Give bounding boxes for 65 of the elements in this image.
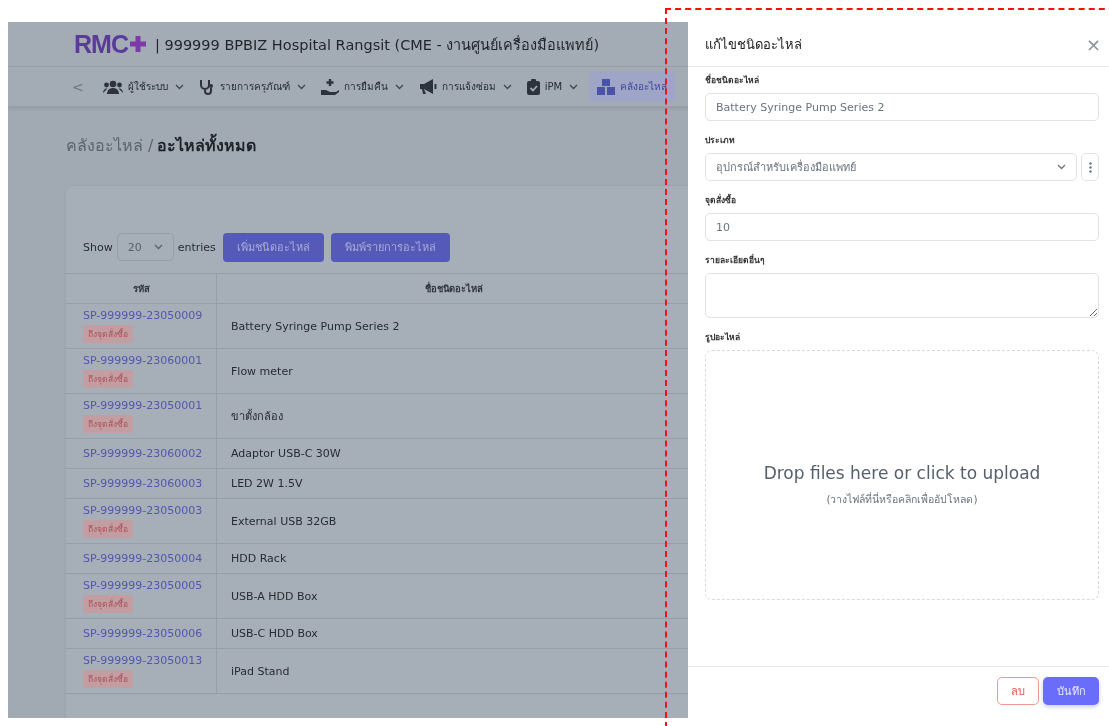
part-code-link[interactable]: SP-999999-23060002 xyxy=(83,447,203,460)
part-code-link[interactable]: SP-999999-23050005 xyxy=(83,579,203,592)
input-field[interactable]: 10 xyxy=(705,213,1099,241)
column-header: รหัส xyxy=(66,273,217,304)
action-button[interactable]: เพิ่มชนิดอะไหล่ xyxy=(222,232,324,262)
clipboard-check-icon xyxy=(526,78,540,95)
chevron-down-icon xyxy=(394,83,404,90)
part-code-link[interactable]: SP-999999-23050004 xyxy=(83,552,203,565)
hand-plus-icon xyxy=(320,78,339,95)
menu-item[interactable]: ผู้ใช้ระบบ xyxy=(98,71,188,102)
menu-item[interactable]: การยืมคืน xyxy=(316,71,408,102)
upload-prompt: Drop files here or click to upload xyxy=(763,462,1041,483)
page-title: อะไหล่ทั้งหมด xyxy=(157,133,257,158)
status-badge: ถึงจุดสั่งซื้อ xyxy=(83,415,133,433)
part-code-link[interactable]: SP-999999-23050006 xyxy=(83,627,203,640)
drawer-title: แก้ไขชนิดอะไหล่ xyxy=(705,35,802,54)
chevron-down-icon xyxy=(502,83,512,90)
plus-icon xyxy=(128,35,147,53)
field-label: รูปอะไหล่ xyxy=(705,331,741,344)
column-header: ชื่อชนิดอะไหล่ xyxy=(216,273,690,304)
field-label: ประเภท xyxy=(705,134,736,147)
hospital-title: | 999999 BPBIZ Hospital Rangsit (CME - งานศูนย์เครื่องมือแพทย์) xyxy=(154,34,600,56)
save-button[interactable]: บันทึก xyxy=(1043,676,1099,705)
menu-item[interactable]: คลังอะไหล xyxy=(589,71,676,102)
input-field[interactable]: Battery Syringe Pump Series 2 xyxy=(705,93,1099,121)
upload-dropzone[interactable]: Drop files here or click to upload (วางไฟล์ที่นี่หรือคลิกเพื่ออัปโหลด) xyxy=(705,350,1099,600)
status-badge: ถึงจุดสั่งซื้อ xyxy=(83,520,133,538)
show-label: Show xyxy=(83,240,113,254)
users-icon xyxy=(102,79,123,94)
part-code-link[interactable]: SP-999999-23050013 xyxy=(83,654,203,667)
chevron-down-icon xyxy=(569,83,579,90)
page-size-select[interactable]: 20 xyxy=(116,233,174,261)
chevron-down-icon xyxy=(174,83,184,90)
breadcrumb-link[interactable]: คลังอะไหล่ / xyxy=(66,133,154,158)
action-button[interactable]: พิมพ์รายการอะไหล่ xyxy=(330,232,450,262)
status-badge: ถึงจุดสั่งซื้อ xyxy=(83,670,133,688)
select-field[interactable]: อุปกรณ์สำหรับเครื่องมือแพทย์ xyxy=(705,153,1077,181)
stethoscope-icon xyxy=(198,78,215,95)
status-badge: ถึงจุดสั่งซื้อ xyxy=(83,325,133,343)
more-options-button[interactable] xyxy=(1081,153,1099,181)
status-badge: ถึงจุดสั่งซื้อ xyxy=(83,595,133,613)
kebab-icon xyxy=(1088,161,1092,173)
field-label: จุดสั่งซื้อ xyxy=(705,193,737,207)
back-arrow[interactable]: < xyxy=(72,78,84,95)
field-label: รายละเอียดอื่นๆ xyxy=(705,253,766,267)
entries-label: entries xyxy=(177,240,216,254)
part-code-link[interactable]: SP-999999-23050009 xyxy=(83,309,203,322)
app-logo: RMC xyxy=(74,29,147,59)
chevron-down-icon xyxy=(296,83,306,90)
menu-item[interactable]: การแจ้งซ่อม xyxy=(414,71,516,102)
menu-item[interactable]: รายการครุภัณฑ์ xyxy=(194,71,310,102)
megaphone-icon xyxy=(418,79,437,94)
chevron-down-icon xyxy=(153,244,163,250)
part-code-link[interactable]: SP-999999-23050001 xyxy=(83,399,203,412)
menu-item[interactable]: iPM xyxy=(522,71,583,102)
chevron-down-icon xyxy=(1057,164,1066,170)
upload-hint: (วางไฟล์ที่นี่หรือคลิกเพื่ออัปโหลด) xyxy=(826,491,978,507)
field-label: ชื่อชนิดอะไหล่ xyxy=(705,73,760,87)
part-code-link[interactable]: SP-999999-23050003 xyxy=(83,504,203,517)
delete-button[interactable]: ลบ xyxy=(997,676,1039,705)
part-code-link[interactable]: SP-999999-23060003 xyxy=(83,477,203,490)
status-badge: ถึงจุดสั่งซื้อ xyxy=(83,370,133,388)
part-code-link[interactable]: SP-999999-23060001 xyxy=(83,354,203,367)
close-button[interactable]: × xyxy=(1085,33,1101,55)
boxes-icon xyxy=(597,78,616,95)
